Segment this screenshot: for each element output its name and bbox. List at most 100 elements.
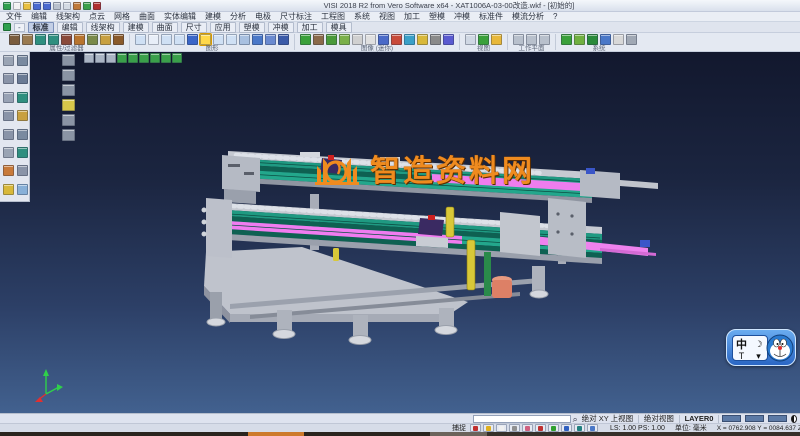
menu-item[interactable]: 电极 xyxy=(255,12,271,22)
menu-item[interactable]: 曲面 xyxy=(139,12,155,22)
graphics-viewport[interactable]: 智造资料网 中 ☽ T ▾ xyxy=(0,52,800,413)
system-colors-icon[interactable] xyxy=(561,34,572,45)
ruler-icon[interactable] xyxy=(417,34,428,45)
ime-toolbar[interactable]: 中 ☽ T ▾ xyxy=(726,329,796,366)
ribbon-tab-尺寸[interactable]: 尺寸 xyxy=(181,22,207,33)
perspective-icon[interactable] xyxy=(278,34,289,45)
transport-icon[interactable] xyxy=(548,424,559,432)
ribbon-tab-加工[interactable]: 加工 xyxy=(297,22,323,33)
ribbon-tab-塑模[interactable]: 塑模 xyxy=(239,22,265,33)
undo-icon[interactable] xyxy=(83,2,91,10)
shadow-icon[interactable] xyxy=(352,34,363,45)
select-icon[interactable] xyxy=(3,55,14,66)
workplane-align-icon[interactable] xyxy=(526,34,537,45)
offset-icon[interactable] xyxy=(3,147,14,158)
entity-attributes-icon[interactable] xyxy=(9,34,20,45)
history-clock-icon[interactable] xyxy=(574,424,585,432)
eraser-icon[interactable] xyxy=(509,424,520,432)
selection-filter-icon[interactable] xyxy=(74,34,85,45)
ime-tool-icon[interactable]: T xyxy=(739,352,745,361)
ribbon-tab-编辑[interactable]: 编辑 xyxy=(57,22,83,33)
menu-item[interactable]: 线架构 xyxy=(56,12,80,22)
pan-icon[interactable] xyxy=(213,34,224,45)
file-icon[interactable] xyxy=(561,424,572,432)
menu-item[interactable]: 建模 xyxy=(205,12,221,22)
menu-item[interactable]: 编辑 xyxy=(31,12,47,22)
redraw-icon[interactable] xyxy=(239,34,250,45)
trim-icon[interactable] xyxy=(3,110,14,121)
light-icon[interactable] xyxy=(339,34,350,45)
ribbon-tab-冲模[interactable]: 冲模 xyxy=(268,22,294,33)
contrast-toggle-icon[interactable] xyxy=(791,415,797,423)
redo-icon[interactable] xyxy=(93,2,101,10)
stereo-icon[interactable] xyxy=(404,34,415,45)
ribbon-tab-应用[interactable]: 应用 xyxy=(210,22,236,33)
move-icon[interactable] xyxy=(3,73,14,84)
new-file-icon[interactable] xyxy=(13,2,21,10)
highlight-icon[interactable] xyxy=(483,424,494,432)
clip-plane-icon[interactable] xyxy=(265,34,276,45)
marker-icon[interactable] xyxy=(522,424,533,432)
save-all-icon[interactable] xyxy=(43,2,51,10)
ribbon-tab-建模[interactable]: 建模 xyxy=(123,22,149,33)
grid-tool-icon[interactable] xyxy=(62,129,75,141)
axis-display-icon[interactable] xyxy=(443,34,454,45)
record-icon[interactable] xyxy=(391,34,402,45)
menu-item[interactable]: 模流分析 xyxy=(512,12,544,22)
view-umbrella-icon[interactable] xyxy=(491,34,502,45)
system-display-icon[interactable] xyxy=(613,34,624,45)
mask-filter-icon[interactable] xyxy=(87,34,98,45)
restore-window-icon[interactable] xyxy=(84,53,94,63)
measure-icon[interactable] xyxy=(3,165,14,176)
ime-fullwidth-icon[interactable]: ☽ xyxy=(754,340,762,349)
view-sketch-icon[interactable] xyxy=(465,34,476,45)
search-input[interactable] xyxy=(473,415,571,423)
hidden-line-icon[interactable] xyxy=(161,34,172,45)
reset-filter-icon[interactable] xyxy=(113,34,124,45)
background-icon[interactable] xyxy=(365,34,376,45)
grid-display-icon[interactable] xyxy=(430,34,441,45)
3d-model-conveyor-assembly[interactable] xyxy=(0,52,800,413)
delete-confirm-icon[interactable] xyxy=(470,424,481,432)
material-icon[interactable] xyxy=(313,34,324,45)
menu-item[interactable]: 网格 xyxy=(114,12,130,22)
visibility-filter-icon[interactable] xyxy=(61,34,72,45)
iso-view-icon[interactable] xyxy=(117,53,127,63)
status-segment[interactable] xyxy=(745,415,764,422)
mirror-icon[interactable] xyxy=(17,92,28,103)
fillet-icon[interactable] xyxy=(3,129,14,140)
window-tool-icon[interactable] xyxy=(62,69,75,81)
pattern-icon[interactable] xyxy=(17,147,28,158)
menu-item[interactable]: ? xyxy=(553,12,557,22)
system-globe-icon[interactable] xyxy=(587,34,598,45)
workplane-select-icon[interactable] xyxy=(513,34,524,45)
menu-item[interactable]: 标准件 xyxy=(479,12,503,22)
view-sphere-icon[interactable] xyxy=(478,34,489,45)
menu-item[interactable]: 加工 xyxy=(404,12,420,22)
type-filter-icon[interactable] xyxy=(48,34,59,45)
edit-icon[interactable] xyxy=(496,424,507,432)
system-info-icon[interactable] xyxy=(626,34,637,45)
zoom-extents-icon[interactable] xyxy=(200,34,211,45)
status-segment[interactable] xyxy=(722,415,741,422)
dynamic-rotate-icon[interactable] xyxy=(174,34,185,45)
box-select-icon[interactable] xyxy=(17,55,28,66)
color-filter-icon[interactable] xyxy=(35,34,46,45)
ime-menu-icon[interactable]: ▾ xyxy=(756,352,761,361)
right-view-icon[interactable] xyxy=(150,53,160,63)
pointer-tool-icon[interactable] xyxy=(62,54,75,66)
menu-item[interactable]: 塑模 xyxy=(429,12,445,22)
extend-icon[interactable] xyxy=(17,110,28,121)
refresh-icon[interactable] xyxy=(252,34,263,45)
menu-item[interactable]: 冲模 xyxy=(454,12,470,22)
back-view-icon[interactable] xyxy=(161,53,171,63)
top-view-icon[interactable] xyxy=(128,53,138,63)
ribbon-tab-线架构[interactable]: 线架构 xyxy=(86,22,120,33)
menu-item[interactable]: 文件 xyxy=(6,12,22,22)
workplane-reset-icon[interactable] xyxy=(539,34,550,45)
rotate-icon[interactable] xyxy=(17,73,28,84)
menu-item[interactable]: 尺寸标注 xyxy=(280,12,312,22)
print-icon[interactable] xyxy=(53,2,61,10)
render-icon[interactable] xyxy=(300,34,311,45)
ribbon-tab-标准[interactable]: 标准 xyxy=(28,22,54,33)
